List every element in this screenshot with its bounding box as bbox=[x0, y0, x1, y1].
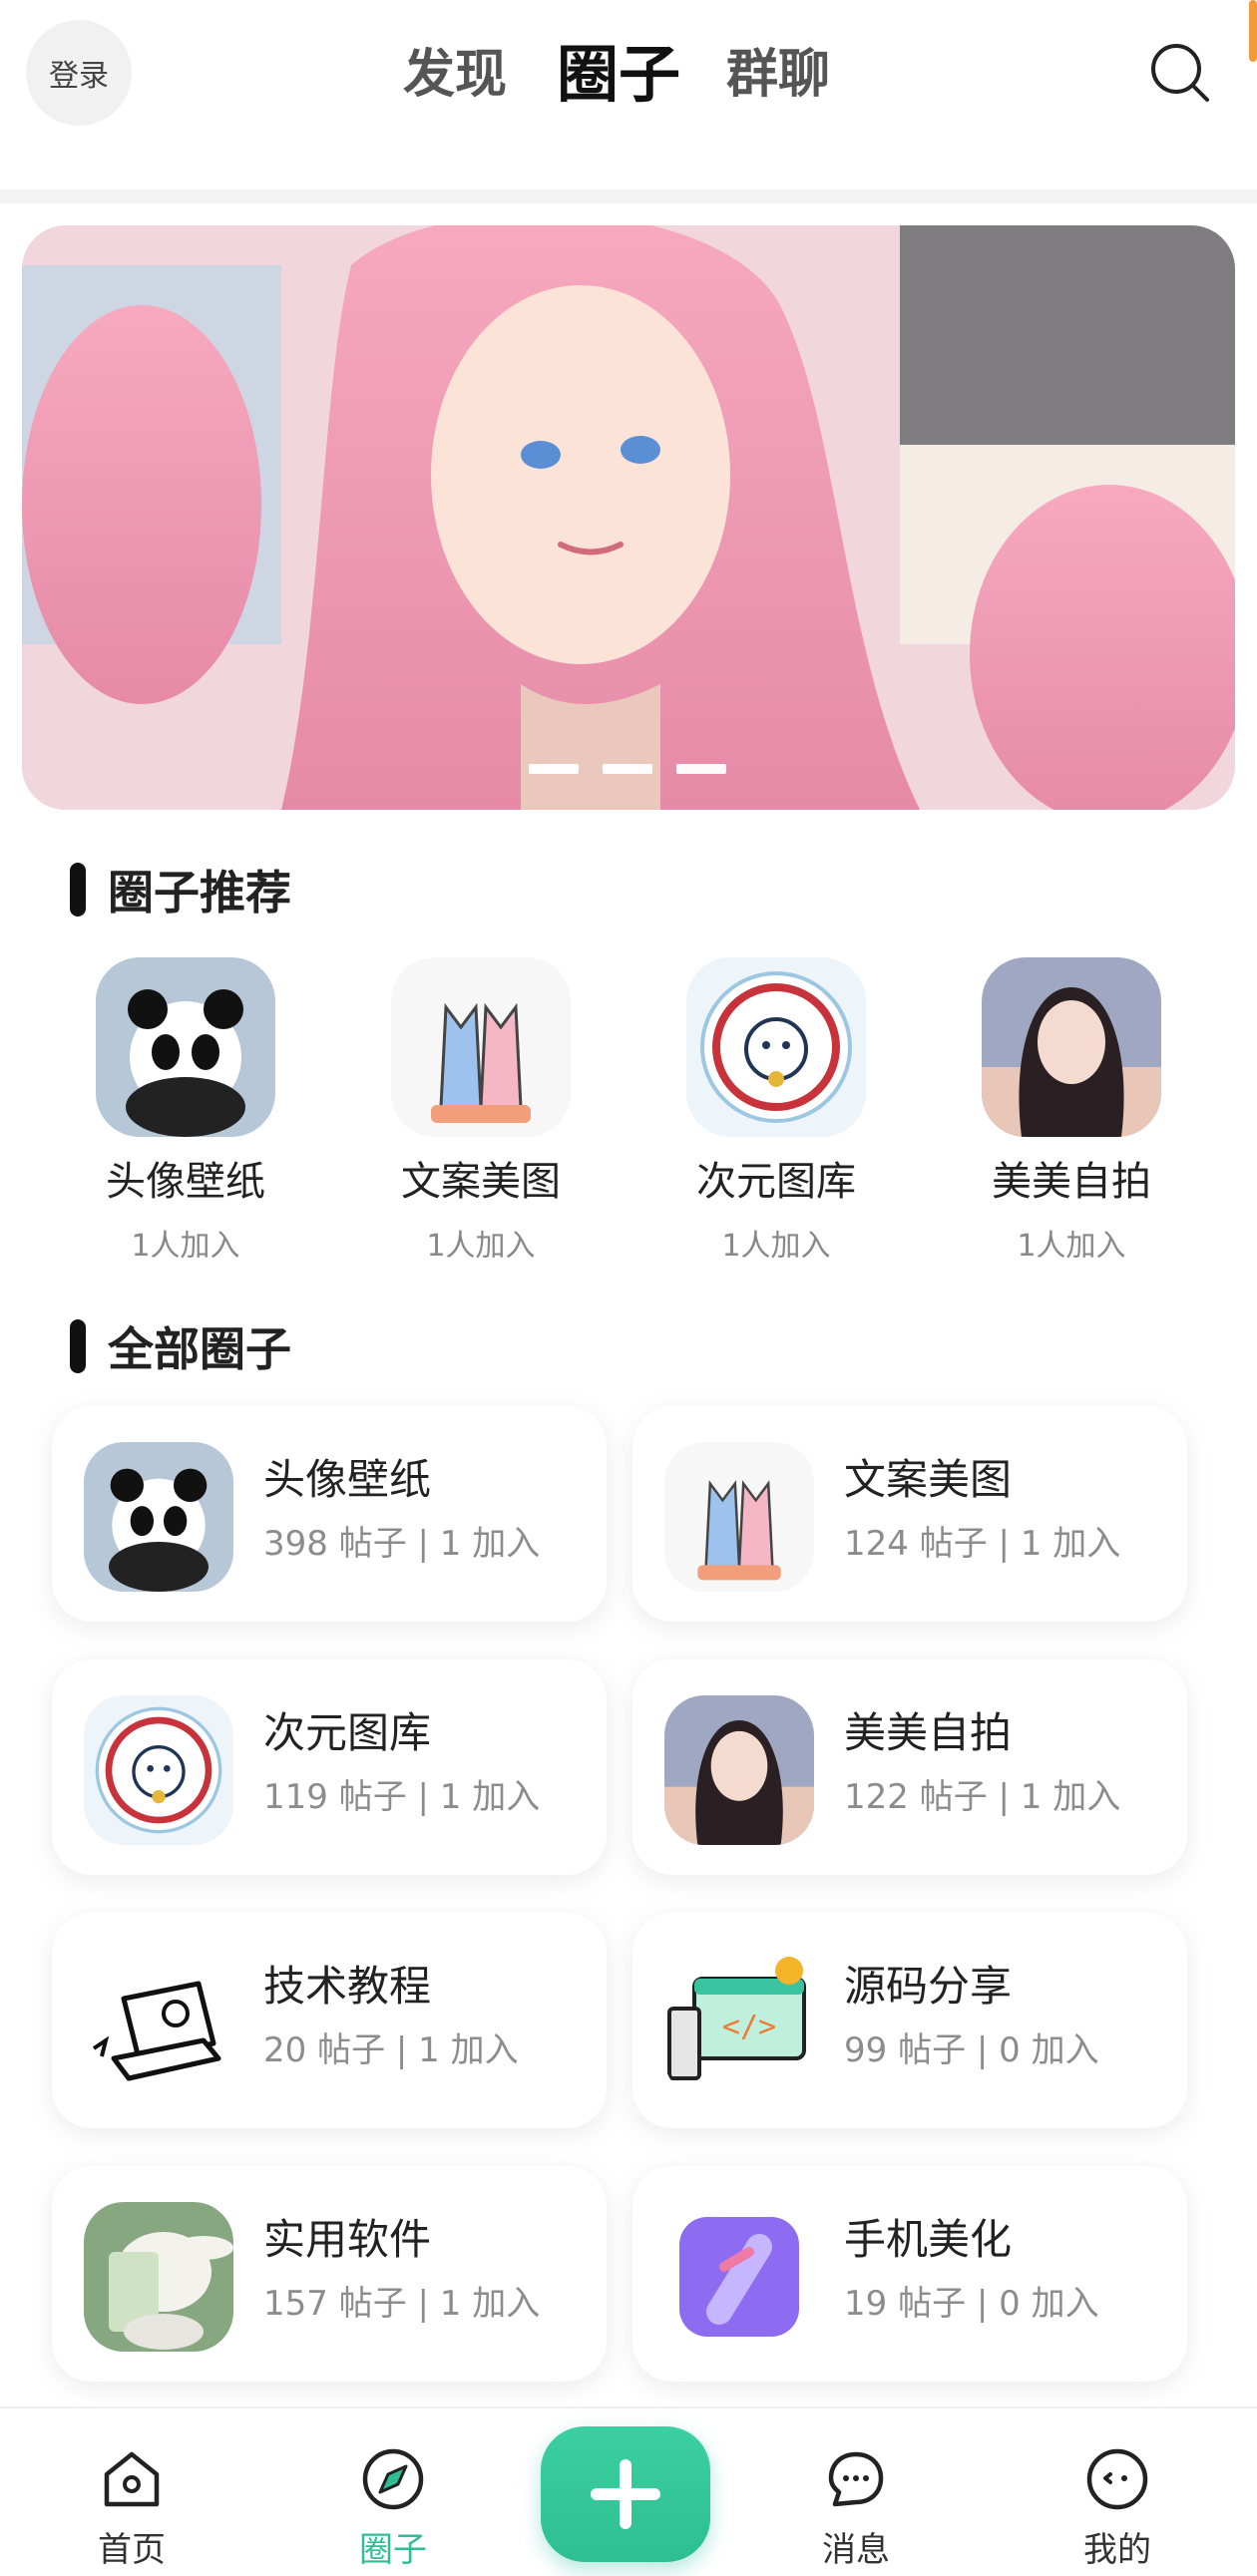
circle-name: 美美自拍 bbox=[844, 1708, 1013, 1757]
banner-dots bbox=[0, 764, 1257, 778]
nav-me[interactable]: 我的 bbox=[1028, 2408, 1207, 2576]
circle-name: 次元图库 bbox=[263, 1708, 432, 1757]
circle-meta: 19 帖子 | 0 加入 bbox=[844, 2284, 1099, 2324]
all-circles-header: 全部圈子 bbox=[70, 1316, 291, 1376]
section-accent-bar bbox=[70, 1319, 86, 1373]
nav-home[interactable]: 首页 bbox=[42, 2408, 221, 2576]
nav-label: 圈子 bbox=[359, 2530, 427, 2570]
nav-label: 我的 bbox=[1083, 2530, 1151, 2570]
circle-name: 文案美图 bbox=[844, 1455, 1013, 1504]
plus-icon bbox=[591, 2459, 660, 2529]
laptop-icon bbox=[84, 1949, 233, 2098]
recommended-item-name: 美美自拍 bbox=[992, 1159, 1151, 1205]
recommended-item-count: 1人加入 bbox=[1017, 1229, 1126, 1264]
recommended-item[interactable]: 次元图库 1人加入 bbox=[666, 957, 886, 1265]
girl-portrait-icon bbox=[664, 1695, 814, 1845]
bunny-icon bbox=[84, 2202, 233, 2352]
banner-dot[interactable] bbox=[529, 764, 579, 774]
tab-group-chat[interactable]: 群聊 bbox=[726, 30, 830, 120]
girl-portrait-icon bbox=[982, 957, 1161, 1137]
circle-card[interactable]: 手机美化 19 帖子 | 0 加入 bbox=[632, 2166, 1187, 2382]
circle-card[interactable]: 头像壁纸 398 帖子 | 1 加入 bbox=[52, 1406, 607, 1622]
home-icon bbox=[104, 2451, 160, 2507]
face-icon bbox=[1086, 2448, 1148, 2510]
circle-name: 实用软件 bbox=[263, 2215, 432, 2264]
section-accent-bar bbox=[70, 863, 86, 917]
circle-card[interactable]: 文案美图 124 帖子 | 1 加入 bbox=[632, 1406, 1187, 1622]
add-post-button[interactable] bbox=[541, 2426, 710, 2562]
circle-meta: 124 帖子 | 1 加入 bbox=[844, 1524, 1121, 1564]
recommended-item[interactable]: 美美自拍 1人加入 bbox=[962, 957, 1181, 1265]
recommended-title: 圈子推荐 bbox=[108, 866, 291, 920]
recommended-item-count: 1人加入 bbox=[426, 1229, 536, 1264]
top-tabs: 发现 圈子 群聊 bbox=[0, 30, 1257, 120]
recommended-item-name: 文案美图 bbox=[401, 1159, 561, 1205]
cats-logo-icon bbox=[391, 957, 571, 1137]
svg-text:</>: </> bbox=[722, 2010, 776, 2044]
recommended-item-count: 1人加入 bbox=[131, 1229, 240, 1264]
purple-link-icon bbox=[664, 2202, 814, 2352]
circle-meta: 119 帖子 | 1 加入 bbox=[263, 1777, 541, 1817]
top-bar: 登录 发现 圈子 群聊 bbox=[0, 0, 1257, 189]
circle-name: 头像壁纸 bbox=[263, 1455, 432, 1504]
tab-circles[interactable]: 圈子 bbox=[557, 30, 680, 120]
tab-discover[interactable]: 发现 bbox=[403, 30, 507, 120]
edge-indicator bbox=[1249, 0, 1257, 62]
recommended-item[interactable]: 文案美图 1人加入 bbox=[371, 957, 591, 1265]
nav-label: 首页 bbox=[98, 2530, 166, 2570]
recommended-item-name: 次元图库 bbox=[696, 1159, 856, 1205]
nav-circles[interactable]: 圈子 bbox=[303, 2408, 483, 2576]
circles-page: 登录 发现 圈子 群聊 圈子推荐 头像壁纸 1人加入 文案美图 1人加入 次元图… bbox=[0, 0, 1257, 2576]
cat-badge-icon bbox=[84, 1695, 233, 1845]
nav-label: 消息 bbox=[822, 2530, 890, 2570]
banner-illustration bbox=[22, 225, 1235, 810]
search-icon[interactable] bbox=[1145, 38, 1215, 108]
circle-card[interactable]: 次元图库 119 帖子 | 1 加入 bbox=[52, 1659, 607, 1875]
recommended-item[interactable]: 头像壁纸 1人加入 bbox=[76, 957, 295, 1265]
circle-name: 技术教程 bbox=[263, 1962, 432, 2011]
banner-carousel[interactable] bbox=[22, 225, 1235, 810]
chat-icon bbox=[828, 2451, 884, 2507]
top-divider bbox=[0, 189, 1257, 203]
cat-badge-icon bbox=[686, 957, 866, 1137]
circle-meta: 398 帖子 | 1 加入 bbox=[263, 1524, 541, 1564]
code-monitor-icon: </> bbox=[664, 1949, 814, 2098]
circle-name: 手机美化 bbox=[844, 2215, 1013, 2264]
circle-card[interactable]: 美美自拍 122 帖子 | 1 加入 bbox=[632, 1659, 1187, 1875]
panda-icon bbox=[96, 957, 275, 1137]
nav-messages[interactable]: 消息 bbox=[766, 2408, 946, 2576]
recommended-header: 圈子推荐 bbox=[70, 860, 291, 920]
panda-icon bbox=[84, 1442, 233, 1592]
circle-card[interactable]: 实用软件 157 帖子 | 1 加入 bbox=[52, 2166, 607, 2382]
recommended-item-count: 1人加入 bbox=[721, 1229, 831, 1264]
all-circles-title: 全部圈子 bbox=[108, 1322, 291, 1376]
circle-meta: 99 帖子 | 0 加入 bbox=[844, 2030, 1099, 2070]
cats-logo-icon bbox=[664, 1442, 814, 1592]
recommended-item-name: 头像壁纸 bbox=[106, 1159, 265, 1205]
compass-icon bbox=[362, 2448, 424, 2510]
circle-meta: 122 帖子 | 1 加入 bbox=[844, 1777, 1121, 1817]
circle-card[interactable]: 技术教程 20 帖子 | 1 加入 bbox=[52, 1913, 607, 2128]
circle-meta: 20 帖子 | 1 加入 bbox=[263, 2030, 519, 2070]
circle-card[interactable]: </> 源码分享 99 帖子 | 0 加入 bbox=[632, 1913, 1187, 2128]
banner-dot[interactable] bbox=[676, 764, 726, 774]
circle-name: 源码分享 bbox=[844, 1962, 1013, 2011]
banner-dot[interactable] bbox=[603, 764, 652, 774]
circle-meta: 157 帖子 | 1 加入 bbox=[263, 2284, 541, 2324]
